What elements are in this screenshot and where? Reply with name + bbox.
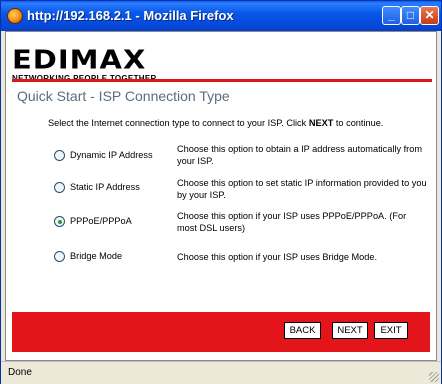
radio-selected-dot: [57, 219, 62, 224]
title-bar[interactable]: http://192.168.2.1 - Mozilla Firefox _ □…: [1, 1, 441, 31]
exit-button[interactable]: EXIT: [374, 322, 408, 339]
edimax-logo: EDIMAX NETWORKING PEOPLE TOGETHER: [12, 46, 157, 83]
page-content: EDIMAX NETWORKING PEOPLE TOGETHER Quick …: [5, 31, 437, 361]
option-desc: Choose this option to obtain a IP addres…: [177, 144, 422, 166]
next-button[interactable]: NEXT: [332, 322, 368, 339]
status-bar: Done: [1, 361, 441, 384]
back-button[interactable]: BACK: [284, 322, 321, 339]
instruction-text: Select the Internet connection type to c…: [48, 118, 383, 128]
status-text: Done: [8, 367, 32, 378]
radio-pppoe[interactable]: [54, 216, 65, 227]
logo-wordmark: EDIMAX: [12, 44, 147, 75]
option-desc: Choose this option if your ISP uses PPPo…: [177, 211, 407, 233]
option-desc: Choose this option to set static IP info…: [177, 178, 427, 200]
radio-bridge[interactable]: [54, 251, 65, 262]
resize-grip-icon[interactable]: [429, 372, 439, 382]
radio-static-ip[interactable]: [54, 182, 65, 193]
header-divider: [12, 79, 432, 82]
instruction-next: NEXT: [308, 118, 334, 128]
option-label[interactable]: Static IP Address: [70, 182, 140, 192]
option-label[interactable]: Bridge Mode: [70, 251, 122, 261]
firefox-icon: [7, 8, 23, 24]
browser-window: http://192.168.2.1 - Mozilla Firefox _ □…: [0, 0, 442, 384]
minimize-button[interactable]: _: [382, 6, 401, 25]
maximize-button[interactable]: □: [401, 6, 420, 25]
option-desc: Choose this option if your ISP uses Brid…: [177, 252, 378, 262]
window-title: http://192.168.2.1 - Mozilla Firefox: [27, 8, 234, 23]
instruction-post: to continue.: [333, 118, 384, 128]
close-button[interactable]: ✕: [420, 6, 439, 25]
page-title: Quick Start - ISP Connection Type: [17, 88, 230, 104]
instruction-pre: Select the Internet connection type to c…: [48, 118, 309, 128]
option-label[interactable]: PPPoE/PPPoA: [70, 216, 132, 226]
option-label[interactable]: Dynamic IP Address: [70, 150, 153, 160]
radio-dynamic-ip[interactable]: [54, 150, 65, 161]
